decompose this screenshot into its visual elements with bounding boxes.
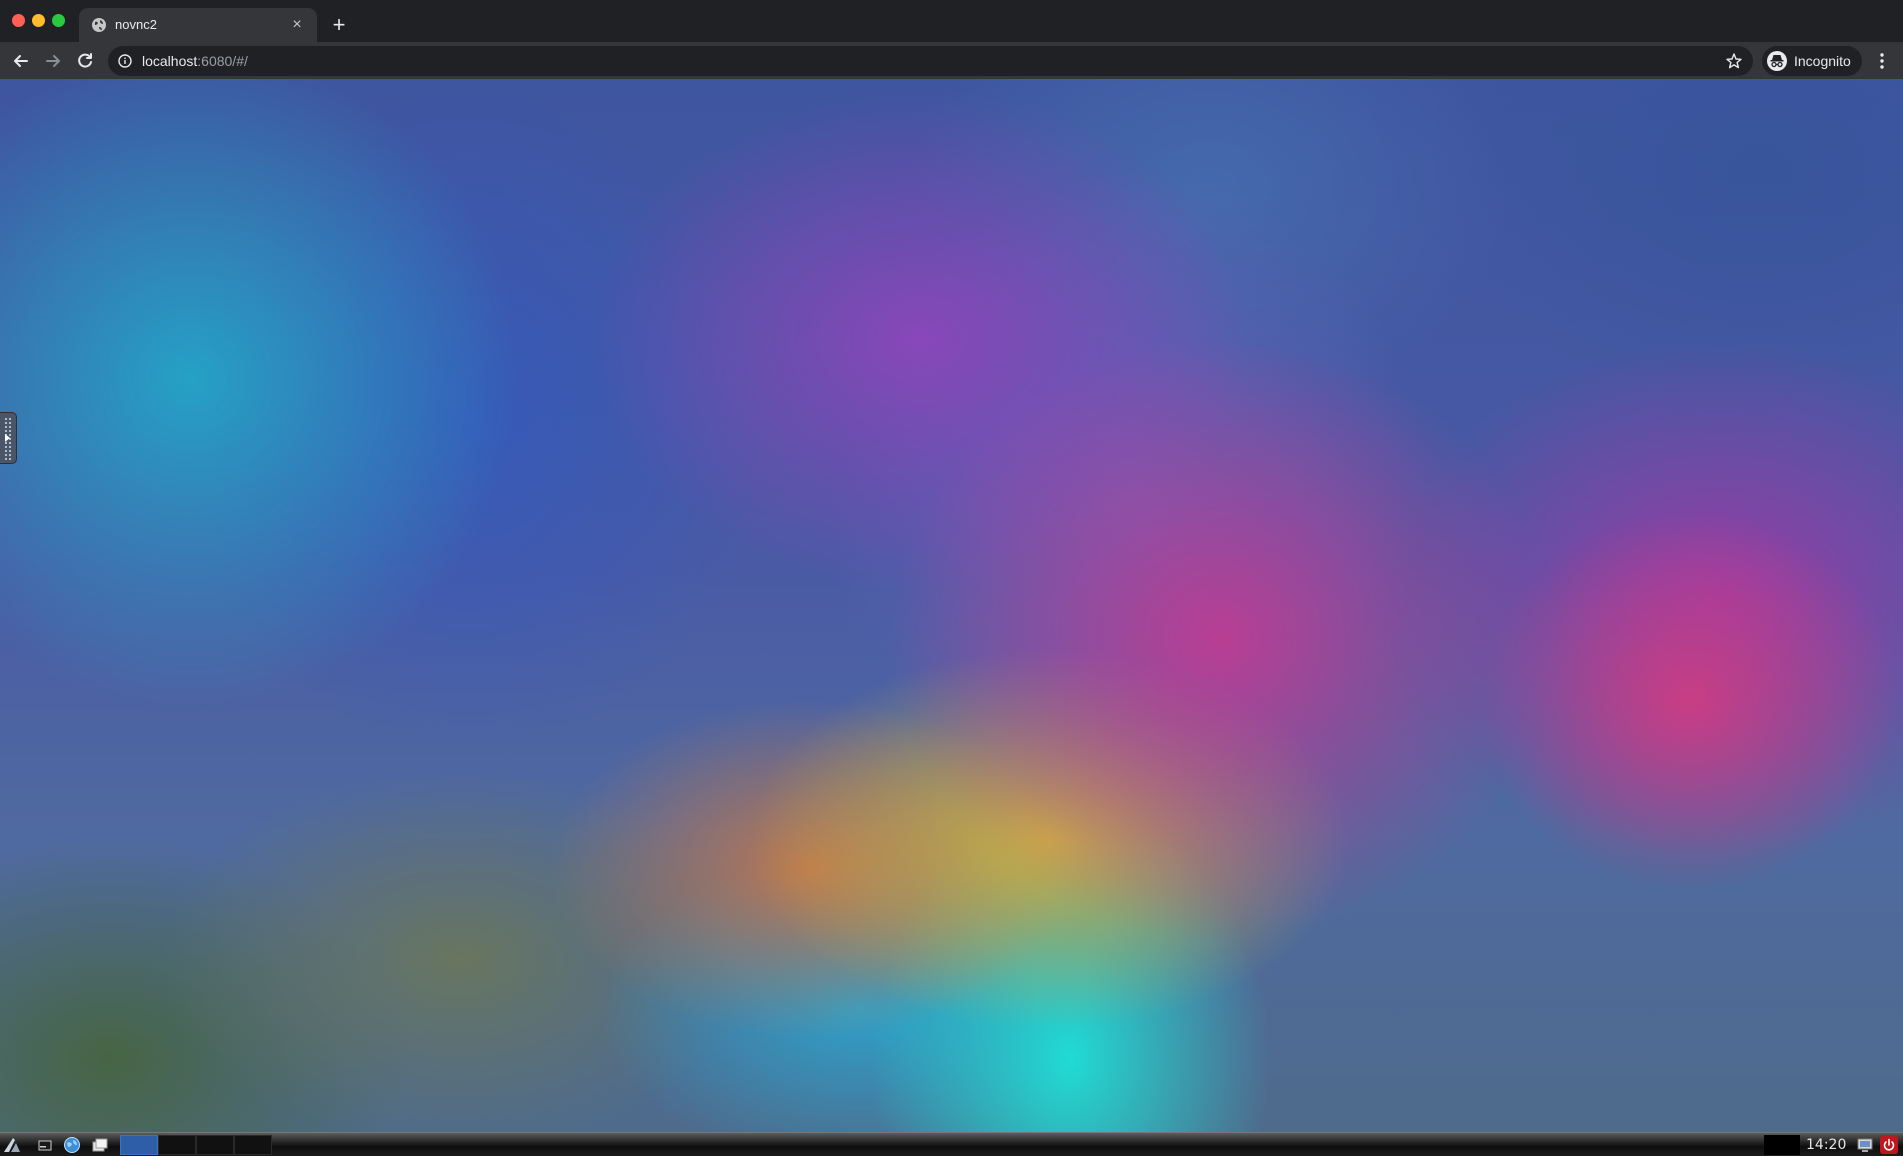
window-maximize-button[interactable] <box>52 14 65 27</box>
reload-icon <box>72 48 98 74</box>
browser-toolbar: localhost:6080/#/ Incognito <box>0 42 1903 79</box>
browser-window: novnc2 × + localhost:6080/#/ Incognito 1… <box>0 0 1903 1156</box>
tab-title: novnc2 <box>115 17 157 32</box>
url-path: :6080/#/ <box>197 53 248 69</box>
arrow-right-icon <box>40 48 66 74</box>
window-close-button[interactable] <box>12 14 25 27</box>
novnc-control-bar-handle[interactable] <box>0 412 17 464</box>
star-icon[interactable] <box>1725 52 1743 70</box>
close-icon[interactable]: × <box>287 15 307 35</box>
incognito-label: Incognito <box>1794 53 1851 69</box>
tab-novnc2[interactable]: novnc2 × <box>79 8 317 42</box>
globe-icon <box>91 17 107 33</box>
reload-button[interactable] <box>72 48 98 74</box>
forward-button[interactable] <box>40 48 66 74</box>
taskbar-clock[interactable]: 14:20 <box>1806 1137 1846 1153</box>
remote-desktop-viewport[interactable]: 14:20 <box>0 79 1903 1156</box>
workspace-1[interactable] <box>120 1135 158 1155</box>
network-monitor-icon[interactable] <box>1856 1136 1874 1154</box>
workspace-4[interactable] <box>234 1135 272 1155</box>
info-icon[interactable] <box>118 54 132 68</box>
incognito-profile-button[interactable]: Incognito <box>1762 46 1862 76</box>
web-browser-icon[interactable] <box>62 1135 82 1155</box>
incognito-icon <box>1767 51 1787 71</box>
start-menu-icon[interactable] <box>2 1135 22 1155</box>
kebab-menu-icon <box>1871 53 1893 78</box>
url-host: localhost <box>142 53 198 69</box>
workspace-2[interactable] <box>158 1135 196 1155</box>
terminal-icon[interactable] <box>36 1135 56 1155</box>
show-desktop-icon[interactable] <box>90 1135 110 1155</box>
power-icon[interactable] <box>1880 1136 1898 1154</box>
arrow-left-icon <box>8 48 34 74</box>
back-button[interactable] <box>8 48 34 74</box>
address-bar[interactable]: localhost:6080/#/ <box>108 46 1753 76</box>
workspace-3[interactable] <box>196 1135 234 1155</box>
expand-arrow-icon <box>5 434 10 442</box>
window-minimize-button[interactable] <box>32 14 45 27</box>
new-tab-button[interactable]: + <box>326 13 352 39</box>
browser-menu-button[interactable] <box>1871 48 1893 74</box>
system-tray <box>1764 1135 1800 1155</box>
desktop-taskbar: 14:20 <box>0 1132 1903 1156</box>
tab-strip: novnc2 × + <box>0 0 1903 42</box>
url-text[interactable]: localhost:6080/#/ <box>142 53 248 69</box>
